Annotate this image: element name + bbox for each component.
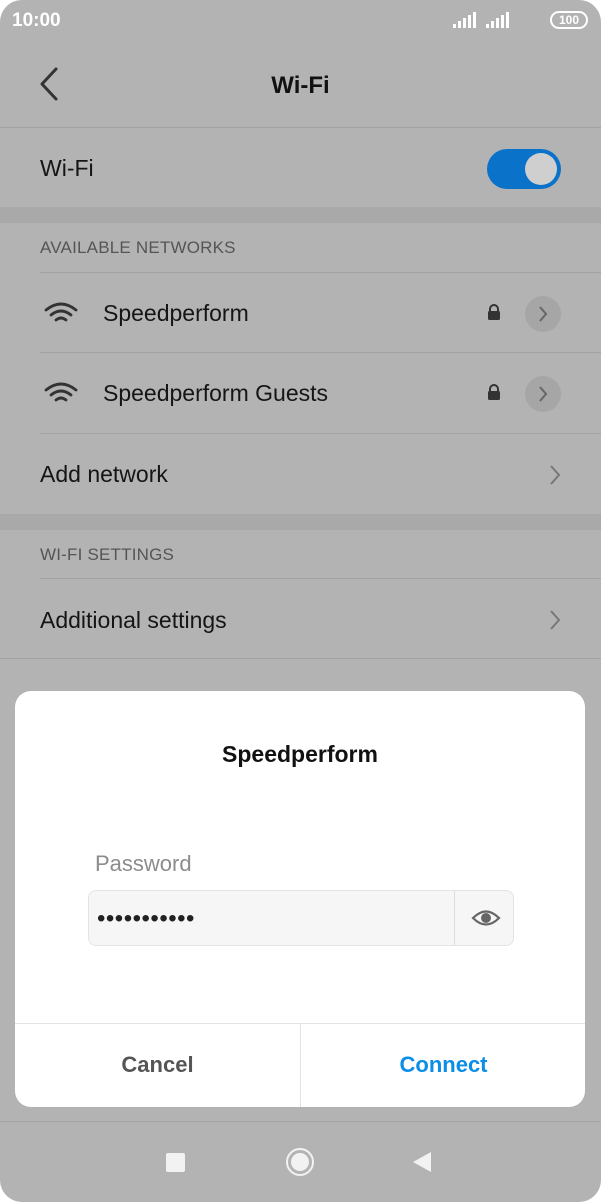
divider <box>40 433 601 434</box>
signal-icon-2 <box>486 12 509 28</box>
dialog-title: Speedperform <box>222 741 378 767</box>
wifi-toggle[interactable] <box>487 149 561 189</box>
chevron-right-icon <box>550 465 561 485</box>
status-bar: 10:00 100 <box>0 0 601 42</box>
cancel-button[interactable]: Cancel <box>15 1023 300 1107</box>
circle-icon[interactable] <box>286 1148 314 1176</box>
password-label: Password <box>95 851 192 876</box>
lock-icon <box>488 384 500 400</box>
toggle-knob <box>525 153 557 185</box>
password-dialog: Speedperform Password ••••••••••• Cancel… <box>15 691 585 1107</box>
divider <box>0 658 601 659</box>
triangle-back-icon[interactable] <box>412 1151 432 1173</box>
additional-settings-label: Additional settings <box>40 607 227 633</box>
battery-icon: 100 <box>550 11 588 29</box>
password-field[interactable]: ••••••••••• <box>88 890 514 946</box>
signal-icon <box>453 12 476 28</box>
field-divider <box>454 891 455 945</box>
network-details-button[interactable] <box>525 376 561 412</box>
wifi-signal-icon <box>44 382 78 402</box>
status-time: 10:00 <box>12 10 61 31</box>
eye-icon[interactable] <box>471 906 501 930</box>
chevron-right-icon <box>539 386 548 402</box>
divider <box>40 352 601 353</box>
wifi-settings-heading: WI-FI SETTINGS <box>40 545 175 564</box>
network-name: Speedperform Guests <box>103 380 329 406</box>
network-name: Speedperform <box>103 300 249 326</box>
chevron-right-icon <box>550 610 561 630</box>
wifi-label: Wi-Fi <box>40 155 94 181</box>
phone-screen: 10:00 100 Wi-Fi Wi-Fi AVAILABLE NETWORKS <box>0 0 601 1202</box>
chevron-right-icon <box>539 306 548 322</box>
divider <box>40 272 601 273</box>
divider <box>40 578 601 579</box>
section-spacer <box>0 514 601 530</box>
connect-button[interactable]: Connect <box>301 1023 585 1107</box>
wifi-signal-icon <box>44 302 78 322</box>
available-networks-heading: AVAILABLE NETWORKS <box>40 238 236 257</box>
network-details-button[interactable] <box>525 296 561 332</box>
add-network-label: Add network <box>40 461 168 487</box>
divider <box>0 127 601 128</box>
navigation-bar <box>0 1122 601 1202</box>
lock-icon <box>488 304 500 320</box>
section-spacer <box>0 207 601 223</box>
app-header: Wi-Fi <box>0 42 601 128</box>
page-title: Wi-Fi <box>271 72 330 99</box>
password-value: ••••••••••• <box>97 905 195 932</box>
square-icon[interactable] <box>166 1153 185 1172</box>
